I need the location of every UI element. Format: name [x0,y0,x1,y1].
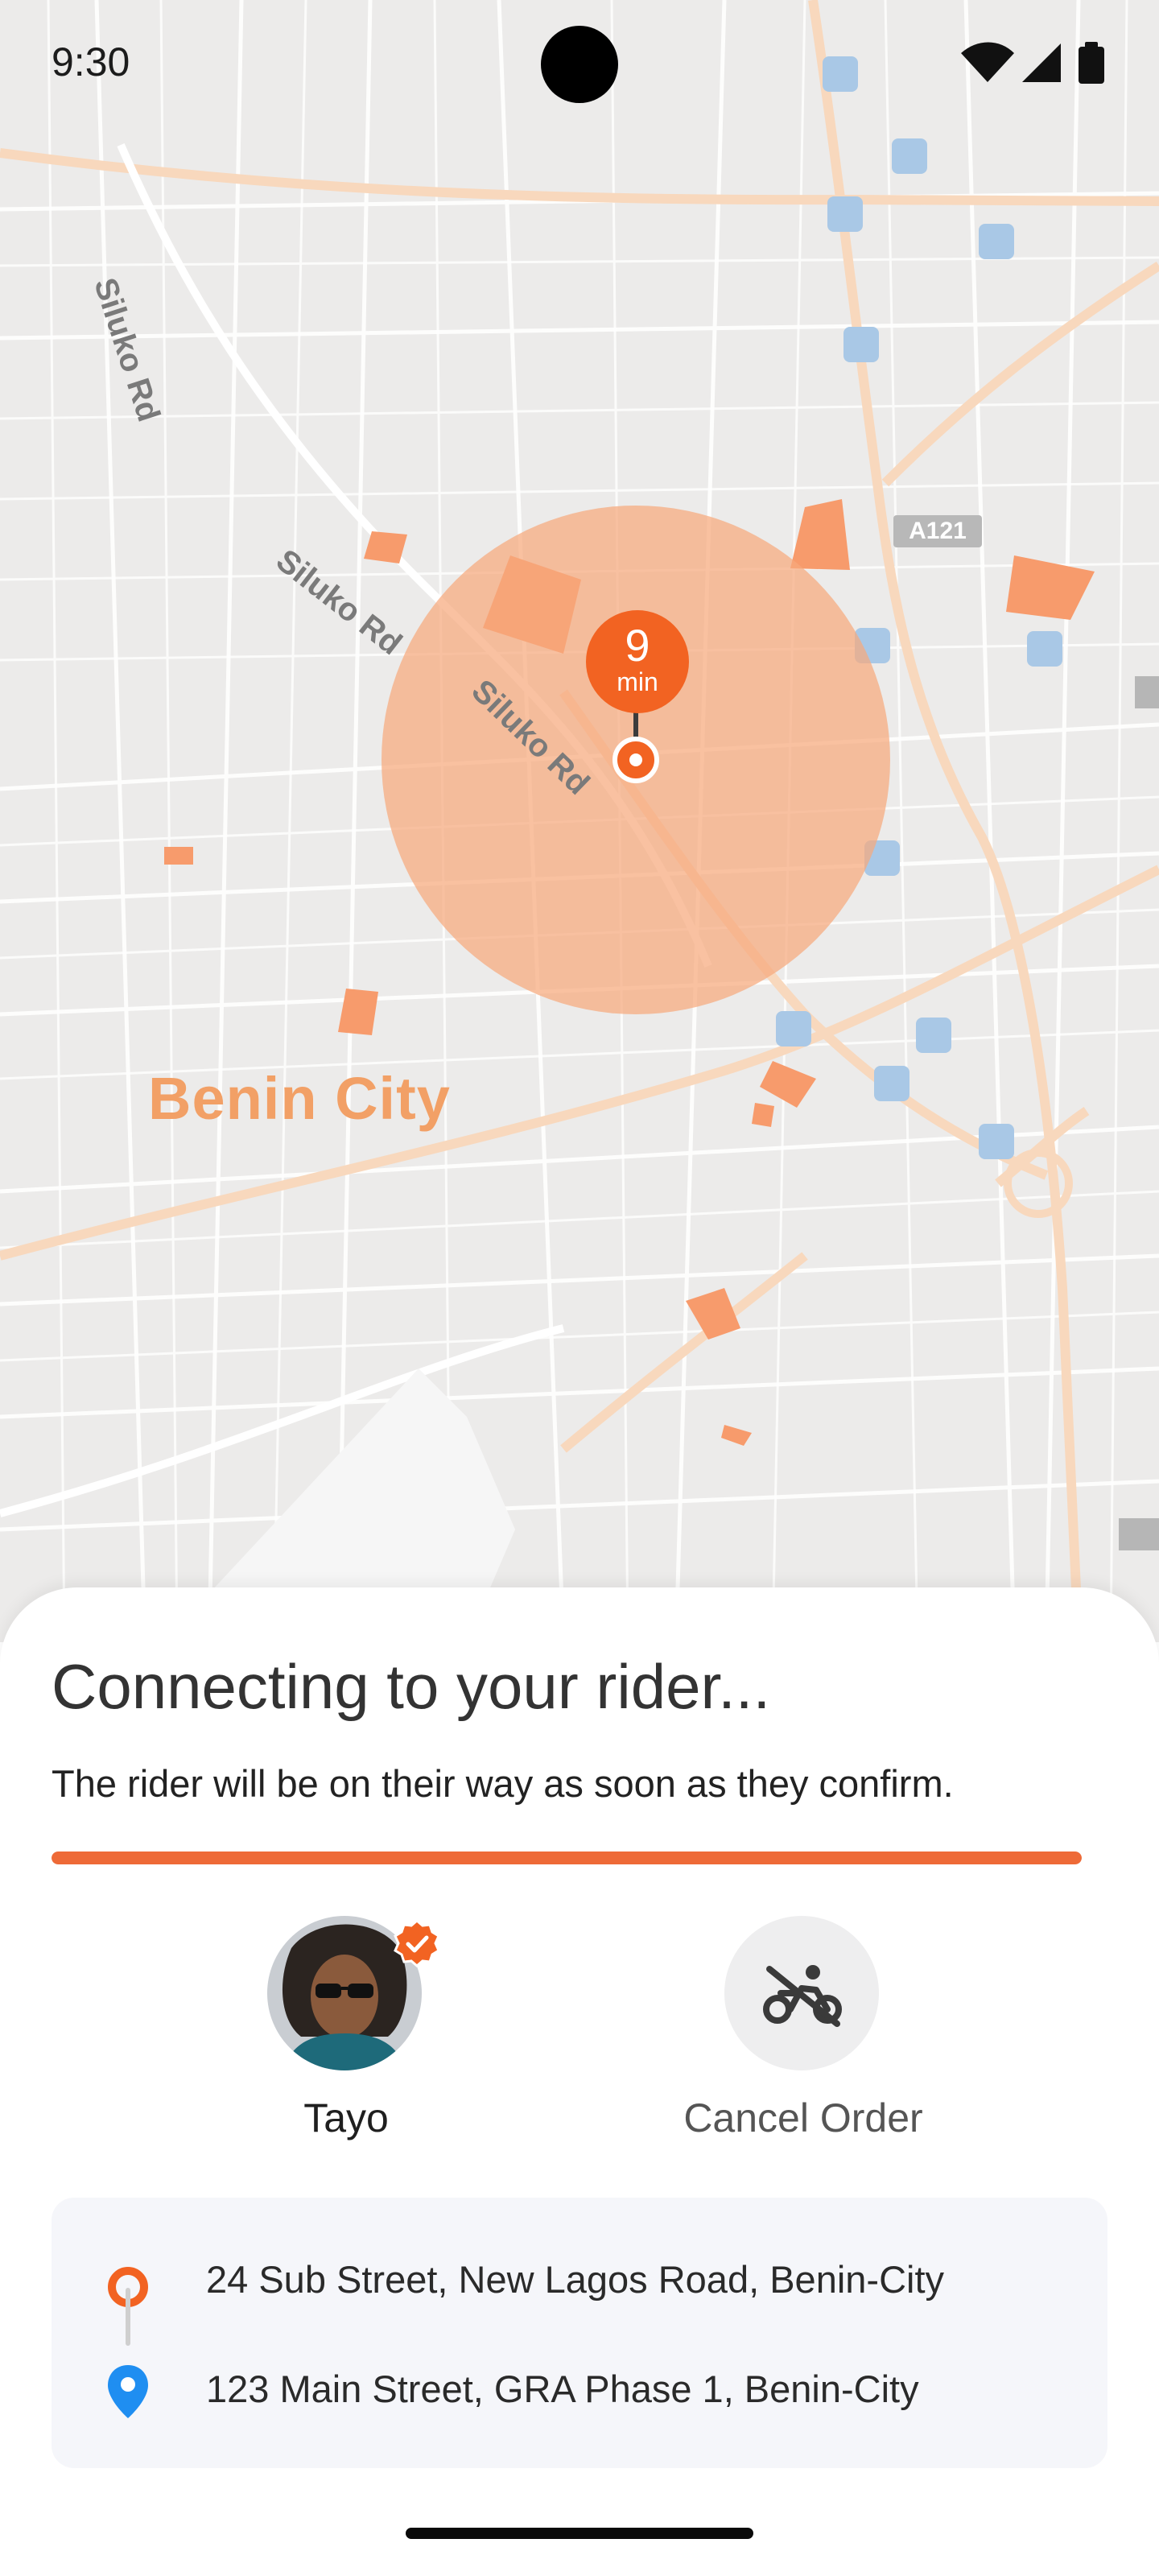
eta-bubble: 9 min [586,610,689,713]
city-label: Benin City [148,1065,451,1132]
rider-name: Tayo [303,2095,389,2140]
wifi-icon [961,42,1014,82]
cancel-order-label: Cancel Order [683,2095,923,2140]
dropoff-address: 123 Main Street, GRA Phase 1, Benin-City [206,2368,919,2410]
progress-bar [52,1852,1082,1864]
dropoff-pin-icon [108,2365,148,2418]
map-streets [0,0,1159,1642]
eta-value: 9 [625,620,650,671]
verified-badge-icon [394,1919,440,1967]
home-indicator[interactable] [406,2528,753,2539]
route-connector [126,2288,130,2346]
sheet-title: Connecting to your rider... [52,1651,771,1722]
eta-unit: min [617,667,658,696]
battery-icon [1079,42,1104,84]
signal-icon [1022,43,1061,82]
progress-fill [52,1852,1082,1864]
route-shield: A121 [893,515,982,547]
cancel-ride-icon [763,1965,842,2027]
status-bar: 9:30 [0,0,1159,129]
status-icons [961,42,1104,84]
camera-cutout [541,26,618,103]
pickup-address: 24 Sub Street, New Lagos Road, Benin-Cit… [206,2258,945,2301]
cancel-order-button[interactable] [724,1916,879,2070]
sheet-subtitle: The rider will be on their way as soon a… [52,1762,954,1805]
status-time: 9:30 [52,39,130,85]
route-card: 24 Sub Street, New Lagos Road, Benin-Cit… [52,2198,1107,2468]
rider-avatar-button[interactable] [267,1916,440,2070]
map-view[interactable]: Siluko Rd Siluko Rd Siluko Rd A121 Benin… [0,0,1159,1642]
bottom-sheet: Connecting to your rider... The rider wi… [0,1587,1159,2576]
